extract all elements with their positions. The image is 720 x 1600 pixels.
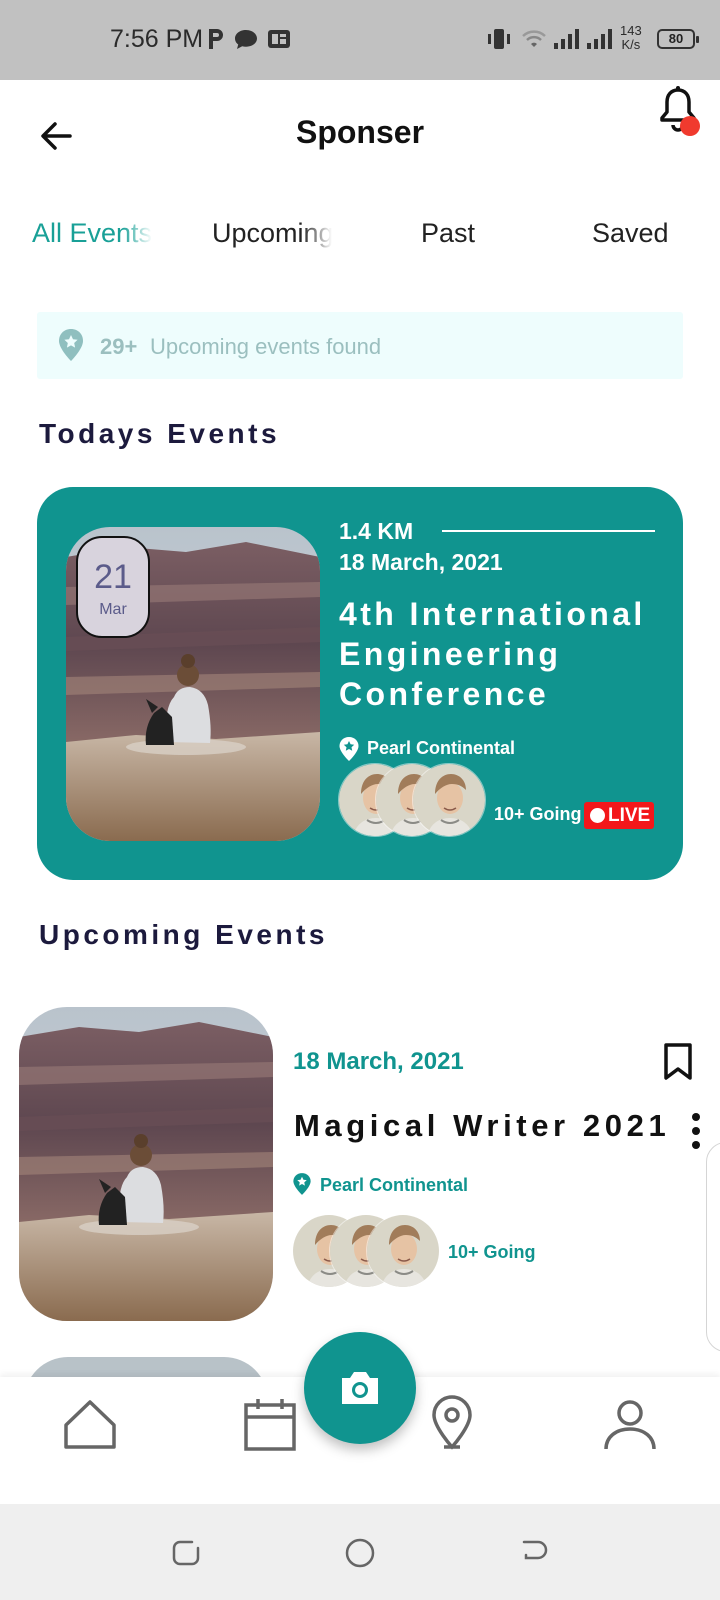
live-dot xyxy=(590,808,605,823)
map-pin-icon[interactable] xyxy=(424,1395,480,1451)
user-icon[interactable] xyxy=(602,1397,658,1453)
event-date: 18 March, 2021 xyxy=(339,549,503,575)
home-system-icon[interactable] xyxy=(344,1537,376,1569)
parking-icon xyxy=(209,29,223,49)
live-label: LIVE xyxy=(608,805,651,826)
avatar xyxy=(366,1214,440,1288)
event-title: 4th International Engineering Conference xyxy=(339,596,646,712)
vibrate-icon xyxy=(488,29,510,49)
events-found-text: Upcoming events found xyxy=(150,334,382,359)
avatar xyxy=(412,763,486,837)
tab-past[interactable]: Past xyxy=(421,218,541,249)
tab-all-events[interactable]: All Events xyxy=(32,218,152,249)
today-event-card[interactable]: 21 Mar 1.4 KM 18 March, 2021 4th Interna… xyxy=(37,487,683,880)
camera-icon xyxy=(342,1372,378,1404)
status-bar: 7:56 PM 143 K/s 80 xyxy=(0,0,720,80)
going-count: 10+ Going xyxy=(494,804,582,824)
recent-apps-icon[interactable] xyxy=(170,1537,202,1569)
home-icon[interactable] xyxy=(62,1397,118,1453)
upcoming-event-photo[interactable] xyxy=(19,1007,273,1321)
upcoming-going-count: 10+ Going xyxy=(448,1242,536,1262)
event-distance: 1.4 KM xyxy=(339,518,414,544)
signal-icon xyxy=(554,29,579,49)
news-icon xyxy=(268,30,290,48)
bookmark-icon[interactable] xyxy=(663,1043,693,1081)
upcoming-event-date: 18 March, 2021 xyxy=(293,1048,464,1075)
calendar-icon[interactable] xyxy=(242,1397,298,1453)
network-speed: 143 K/s xyxy=(620,23,642,52)
attendee-avatars xyxy=(338,763,488,837)
location-star-icon xyxy=(59,329,83,361)
attendee-avatars xyxy=(292,1214,442,1288)
date-badge-day: 21 xyxy=(94,558,132,596)
section-title-upcoming: Upcoming Events xyxy=(39,919,328,950)
date-badge: 21 Mar xyxy=(76,536,150,638)
location-star-icon xyxy=(339,737,359,761)
live-badge: LIVE xyxy=(584,802,654,829)
tab-saved[interactable]: Saved xyxy=(592,218,712,249)
notification-dot xyxy=(680,116,700,136)
divider-line xyxy=(442,530,655,532)
tab-upcoming[interactable]: Upcoming xyxy=(212,218,332,249)
battery-indicator: 80 xyxy=(657,29,699,49)
wifi-icon xyxy=(522,30,546,47)
canyon-photo-image xyxy=(19,1007,273,1321)
back-system-icon[interactable] xyxy=(518,1537,550,1569)
face-portrait-image xyxy=(367,1215,439,1287)
upcoming-event-title: Magical Writer 2021 xyxy=(294,1108,671,1143)
system-nav-bar xyxy=(0,1504,720,1600)
location-star-icon xyxy=(293,1173,311,1195)
more-options-icon[interactable] xyxy=(688,1111,704,1151)
page-title: Sponser xyxy=(295,114,425,150)
upcoming-event-venue: Pearl Continental xyxy=(320,1175,469,1195)
date-badge-month: Mar xyxy=(99,601,127,618)
events-found-banner: 29+ Upcoming events found xyxy=(37,312,683,379)
event-venue: Pearl Continental xyxy=(367,738,516,758)
section-title-today: Todays Events xyxy=(39,418,281,449)
face-portrait-image xyxy=(413,764,485,836)
side-card-edge xyxy=(706,1142,720,1352)
camera-fab-button[interactable] xyxy=(304,1332,416,1444)
signal-icon xyxy=(587,29,612,49)
screen: 7:56 PM 143 K/s 80 Sponser All Events Up… xyxy=(0,0,720,1600)
events-found-count: 29+ xyxy=(100,334,138,359)
status-time: 7:56 PM xyxy=(110,25,204,53)
chat-bubble-icon xyxy=(235,30,257,49)
